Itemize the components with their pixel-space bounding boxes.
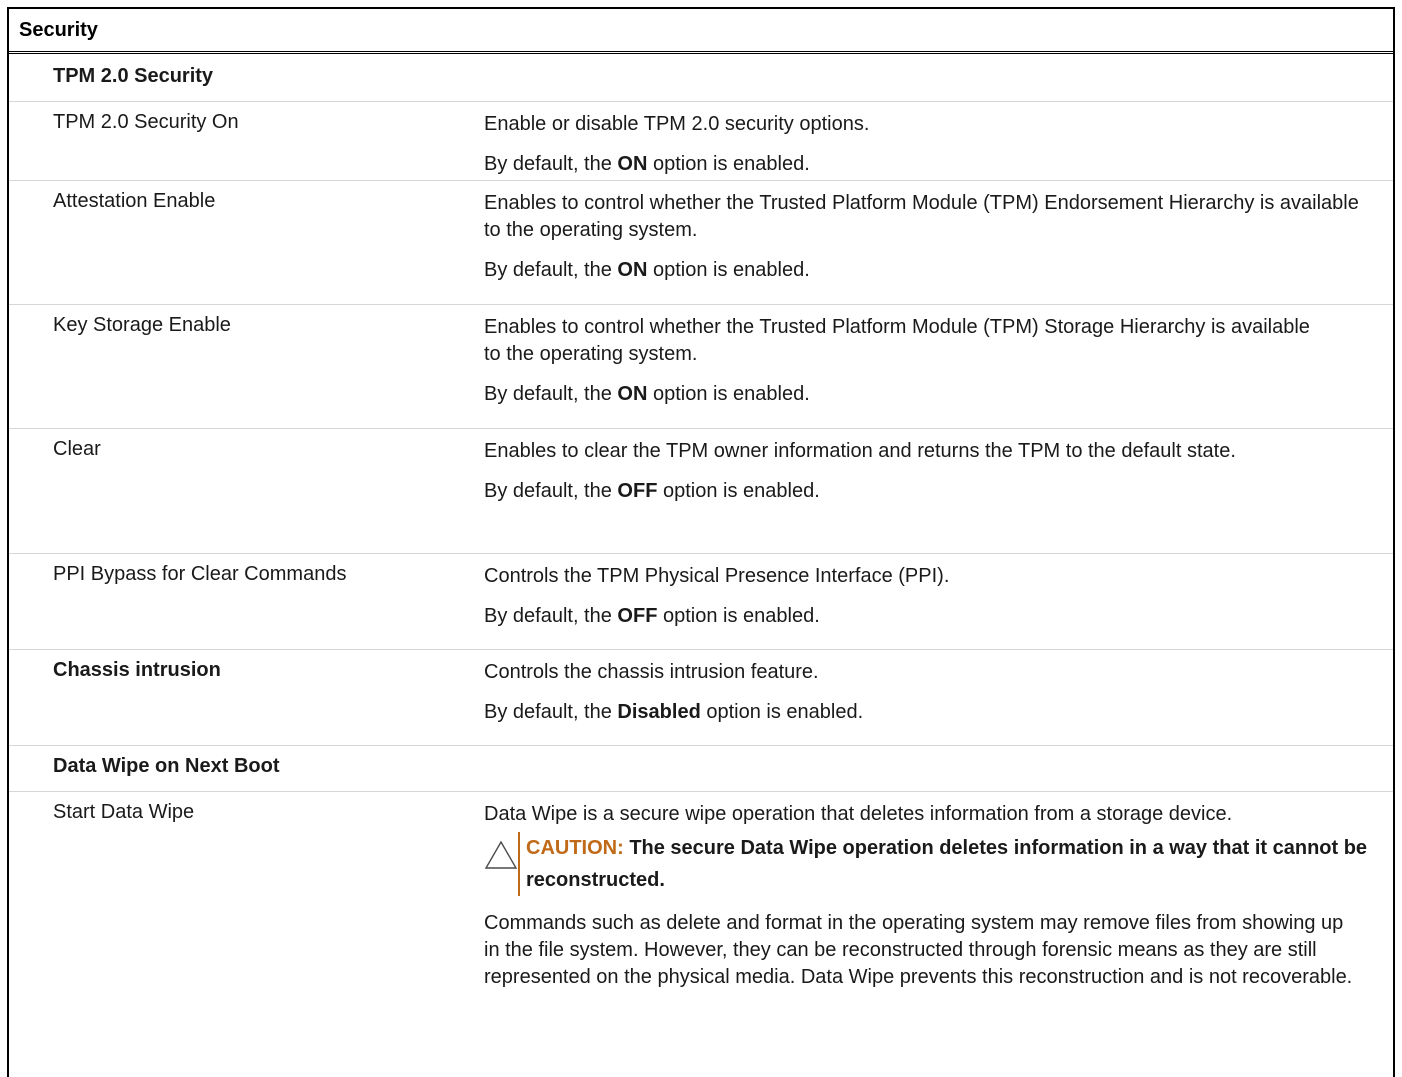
default-value: OFF	[617, 605, 658, 627]
row-default: By default, the OFF option is enabled.	[484, 605, 820, 627]
table-title: Security	[9, 9, 1393, 54]
default-value: ON	[617, 153, 648, 175]
caution-label: CAUTION:	[526, 837, 624, 859]
row-label: Key Storage Enable	[53, 314, 231, 336]
chassis-intrusion-row: Chassis intrusion Controls the chassis i…	[9, 649, 1393, 745]
default-value: Disabled	[617, 701, 701, 723]
caution-bar	[518, 832, 520, 896]
row-description: Controls the TPM Physical Presence Inter…	[484, 565, 950, 587]
default-value: ON	[617, 259, 648, 281]
default-value: OFF	[617, 480, 658, 502]
row-description: Enables to control whether the Trusted P…	[484, 192, 1359, 241]
caution-text: CAUTION: The secure Data Wipe operation …	[526, 837, 1368, 891]
row-default: By default, the ON option is enabled.	[484, 383, 810, 405]
row-description: Controls the chassis intrusion feature.	[484, 661, 819, 683]
table-row: Clear Enables to clear the TPM owner inf…	[9, 428, 1393, 553]
chassis-intrusion-label: Chassis intrusion	[53, 659, 221, 681]
warning-triangle-icon	[484, 840, 518, 869]
data-wipe-heading: Data Wipe on Next Boot	[53, 755, 280, 777]
security-table: Security TPM 2.0 Security TPM 2.0 Securi…	[7, 7, 1395, 1077]
row-label: Start Data Wipe	[53, 801, 195, 823]
default-value: ON	[617, 383, 648, 405]
table-row: PPI Bypass for Clear Commands Controls t…	[9, 553, 1393, 649]
row-label: Attestation Enable	[53, 190, 216, 212]
table-row: Attestation Enable Enables to control wh…	[9, 180, 1393, 304]
tpm-section-heading-row: TPM 2.0 Security	[9, 54, 1393, 101]
row-default: By default, the ON option is enabled.	[484, 259, 810, 281]
row-default: By default, the Disabled option is enabl…	[484, 701, 864, 723]
tpm-section-heading: TPM 2.0 Security	[53, 65, 214, 87]
row-label: Clear	[53, 438, 101, 460]
row-label: PPI Bypass for Clear Commands	[53, 563, 347, 585]
row-default: By default, the OFF option is enabled.	[484, 480, 820, 502]
caution-notice: CAUTION: The secure Data Wipe operation …	[484, 832, 1379, 896]
row-description: Enable or disable TPM 2.0 security optio…	[484, 113, 870, 135]
data-wipe-note: Commands such as delete and format in th…	[484, 912, 1353, 988]
table-row: TPM 2.0 Security On Enable or disable TP…	[9, 101, 1393, 180]
table-row: Key Storage Enable Enables to control wh…	[9, 304, 1393, 428]
row-description: Enables to control whether the Trusted P…	[484, 316, 1310, 365]
row-description: Enables to clear the TPM owner informati…	[484, 440, 1236, 462]
row-default: By default, the ON option is enabled.	[484, 153, 810, 175]
table-row: Start Data Wipe Data Wipe is a secure wi…	[9, 791, 1393, 1052]
row-label: TPM 2.0 Security On	[53, 111, 239, 133]
row-description: Data Wipe is a secure wipe operation tha…	[484, 803, 1233, 825]
data-wipe-heading-row: Data Wipe on Next Boot	[9, 745, 1393, 791]
